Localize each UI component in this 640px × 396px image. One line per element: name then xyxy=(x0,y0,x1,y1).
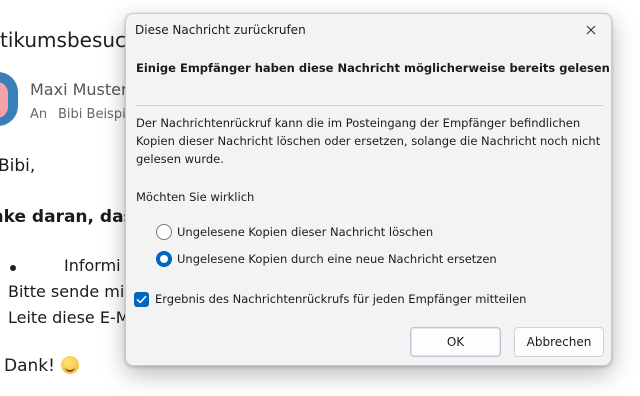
recipient-value[interactable]: Bibi Beispi xyxy=(58,107,126,122)
explanation-text: Der Nachrichtenrückruf kann die im Poste… xyxy=(136,116,601,166)
email-closing-text: Dank! xyxy=(4,356,55,376)
dialog-titlebar[interactable]: Diese Nachricht zurückrufen xyxy=(126,14,611,46)
dialog-title: Diese Nachricht zurückrufen xyxy=(135,23,306,37)
email-bold-text-left: enke daran, das xyxy=(0,207,134,227)
report-result-label[interactable]: Ergebnis des Nachrichtenrückrufs für jed… xyxy=(155,292,526,306)
divider xyxy=(136,105,603,106)
radio-option-delete[interactable]: Ungelesene Kopien dieser Nachricht lösch… xyxy=(156,222,433,242)
recall-message-dialog: Diese Nachricht zurückrufen Einige Empfä… xyxy=(125,13,612,366)
email-bullet-item: Informi xyxy=(64,256,121,275)
report-result-option[interactable]: Ergebnis des Nachrichtenrückrufs für jed… xyxy=(134,289,526,309)
radio-label-delete[interactable]: Ungelesene Kopien dieser Nachricht lösch… xyxy=(177,225,433,239)
checkmark-icon xyxy=(136,295,147,303)
email-closing: Dank! xyxy=(4,356,79,376)
radio-button-delete[interactable] xyxy=(156,224,172,240)
ok-button[interactable]: OK xyxy=(410,327,501,357)
radio-label-replace[interactable]: Ungelesene Kopien durch eine neue Nachri… xyxy=(177,252,497,266)
radio-button-replace[interactable] xyxy=(156,251,172,267)
smiling-face-emoji-icon xyxy=(60,356,79,374)
report-result-checkbox[interactable] xyxy=(134,291,149,307)
close-icon xyxy=(586,25,596,35)
email-body-line: Leite diese E-M xyxy=(8,308,130,327)
warning-text: Einige Empfänger haben diese Nachricht m… xyxy=(136,61,612,75)
question-label: Möchten Sie wirklich xyxy=(136,190,255,204)
email-sender[interactable]: Maxi Muster xyxy=(30,80,128,99)
email-subject: tikumsbesuc xyxy=(0,28,127,52)
email-body-line: Bitte sende mi xyxy=(8,282,125,301)
email-greeting: Bibi, xyxy=(0,156,36,176)
recipient-label: An xyxy=(30,107,48,122)
close-button[interactable] xyxy=(571,14,611,46)
bullet-icon xyxy=(10,265,16,271)
avatar xyxy=(0,72,18,126)
radio-option-replace[interactable]: Ungelesene Kopien durch eine neue Nachri… xyxy=(156,249,497,269)
cancel-button[interactable]: Abbrechen xyxy=(514,327,604,357)
